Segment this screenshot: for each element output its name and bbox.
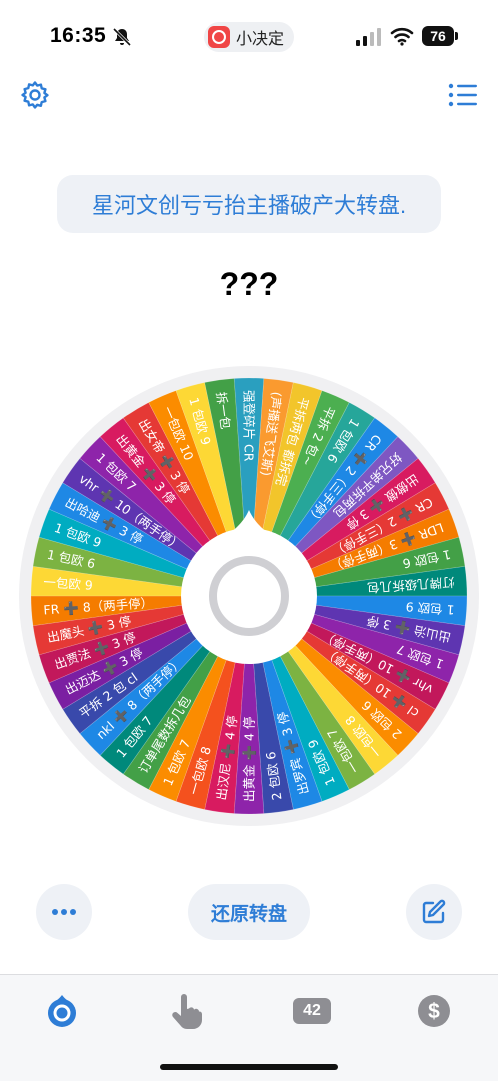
home-indicator (160, 1064, 338, 1070)
dollar-icon: $ (418, 995, 450, 1027)
battery-level: 76 (422, 26, 454, 46)
edit-button[interactable] (406, 884, 462, 940)
cellular-signal-icon (356, 28, 381, 46)
app-indicator-pill[interactable]: 小决定 (204, 22, 295, 52)
bell-muted-icon (112, 27, 132, 47)
tab-count[interactable]: 42 (292, 991, 332, 1031)
app-name: 小决定 (236, 31, 285, 48)
svg-text:$: $ (428, 1000, 440, 1023)
settings-button[interactable] (18, 78, 52, 112)
wifi-icon (390, 27, 414, 46)
more-icon (52, 909, 76, 915)
list-icon (448, 83, 477, 107)
spin-wheel[interactable]: 强登碎片 CR (声播送飞艾斯) 平拆两包 都拆完 平拆 2 包~ 1 包欧 6 CR ➕… (17, 364, 481, 828)
wheel-slice-label: 出黄金 ➕ 4 停 (242, 717, 257, 802)
status-bar: 16:35 小决定 76 (0, 0, 498, 74)
reset-wheel-button[interactable]: 还原转盘 (188, 884, 310, 940)
spin-result: ??? (219, 266, 279, 302)
wheel-svg[interactable]: 强登碎片 CR (声播送飞艾斯)平拆两包 都拆完平拆 2 包~1 包欧 6CR ➕… (17, 364, 481, 828)
list-button[interactable] (446, 78, 480, 112)
wheel-hub (181, 528, 317, 664)
count-badge: 42 (293, 998, 331, 1024)
edit-icon (422, 899, 446, 924)
wheel-tab-icon (48, 995, 76, 1027)
clock: 16:35 (50, 24, 107, 47)
tab-tap[interactable] (166, 991, 206, 1031)
gear-icon (21, 81, 49, 109)
wheel-slice-label: 强登碎片 CR (242, 390, 257, 462)
tab-coin[interactable]: $ (414, 991, 454, 1031)
wheel-title-button[interactable]: 星河文创亏亏抬主播破产大转盘. (57, 175, 441, 233)
battery-tip (455, 32, 458, 40)
hand-pointer-icon (172, 994, 202, 1029)
more-button[interactable] (36, 884, 92, 940)
app-icon (208, 26, 230, 48)
tab-wheel[interactable] (42, 991, 82, 1031)
